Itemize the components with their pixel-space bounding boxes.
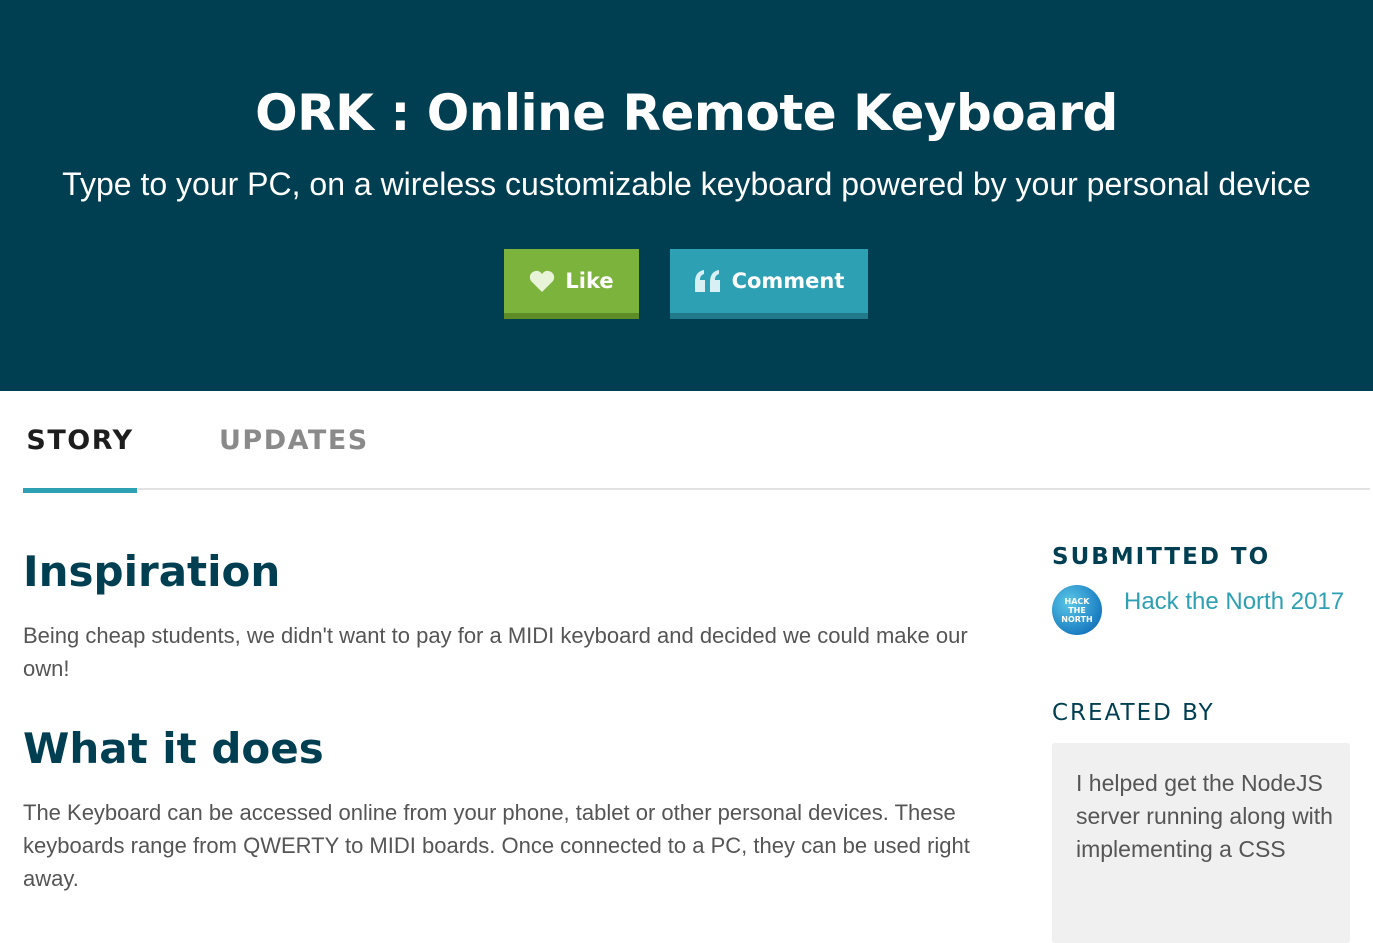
like-label: Like xyxy=(565,269,614,293)
section-heading-inspiration: Inspiration xyxy=(23,547,281,596)
section-heading-what-it-does: What it does xyxy=(23,724,324,773)
logo-line-1: HACK xyxy=(1064,596,1090,606)
creator-contribution: I helped get the NodeJS server running a… xyxy=(1076,770,1333,862)
logo-line-3: NORTH xyxy=(1061,614,1093,624)
project-hero: ORK : Online Remote Keyboard Type to you… xyxy=(0,0,1373,391)
hackathon-link[interactable]: HACK THE NORTH Hack the North 2017 xyxy=(1052,585,1352,637)
like-button[interactable]: Like xyxy=(504,249,639,319)
creator-card: I helped get the NodeJS server running a… xyxy=(1052,743,1350,943)
hackathon-name[interactable]: Hack the North 2017 xyxy=(1124,588,1344,616)
section-body-inspiration: Being cheap students, we didn't want to … xyxy=(23,623,968,681)
heart-icon xyxy=(529,269,555,293)
logo-line-2: THE xyxy=(1068,605,1086,615)
quote-icon xyxy=(694,269,722,293)
section-body-what-it-does: The Keyboard can be accessed online from… xyxy=(23,800,970,891)
project-tagline: Type to your PC, on a wireless customiza… xyxy=(62,166,1311,202)
created-by-heading: CREATED BY xyxy=(1052,700,1215,726)
tab-updates[interactable]: UPDATES xyxy=(219,391,369,488)
comment-label: Comment xyxy=(731,269,845,293)
project-title: ORK : Online Remote Keyboard xyxy=(255,84,1118,142)
tab-story[interactable]: STORY xyxy=(23,391,137,493)
submitted-to-heading: SUBMITTED TO xyxy=(1052,544,1271,570)
project-tabs: STORY UPDATES xyxy=(23,391,1370,493)
hack-the-north-logo: HACK THE NORTH xyxy=(1052,585,1102,635)
comment-button[interactable]: Comment xyxy=(670,249,868,319)
